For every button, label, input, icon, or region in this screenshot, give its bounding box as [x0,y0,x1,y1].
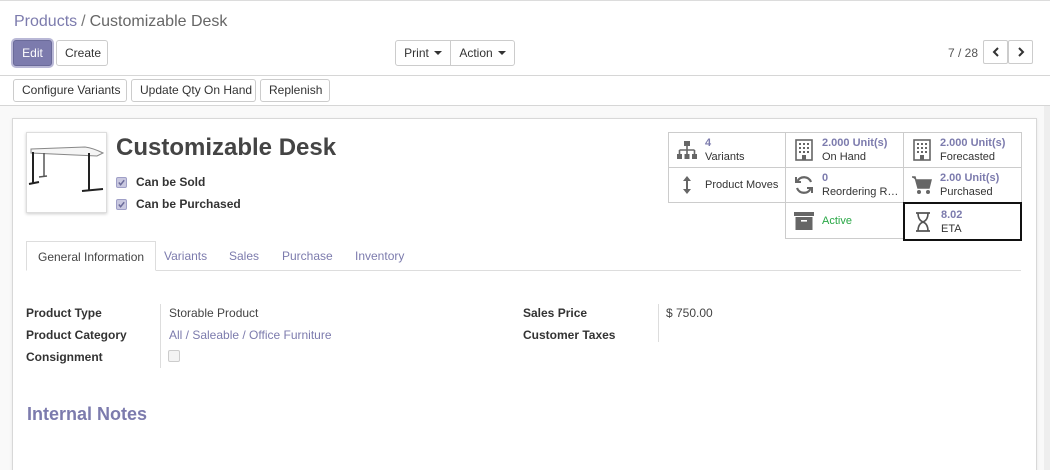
check-icon [118,179,125,186]
can-be-sold-label: Can be Sold [136,175,206,189]
update-qty-button[interactable]: Update Qty On Hand [131,79,256,102]
edit-button[interactable]: Edit [13,40,52,66]
arrows-v-icon [674,174,700,196]
on-hand-smart-button[interactable]: 2.000 Unit(s) On Hand [785,132,904,168]
reordering-count: 0 [822,172,829,184]
eta-label: ETA [941,222,962,235]
tab-inventory[interactable]: Inventory [355,241,404,271]
archive-icon [791,210,817,232]
on-hand-label: On Hand [822,151,867,163]
breadcrumb-products-link[interactable]: Products [14,13,77,30]
purchased-smart-button[interactable]: 2.00 Unit(s) Purchased [903,167,1022,203]
building-icon [909,139,935,161]
product-category-link[interactable]: All / Saleable / Office Furniture [169,328,332,342]
purchased-qty: 2.00 Unit(s) [940,172,1000,184]
can-be-sold-row: Can be Sold [116,175,205,189]
configure-variants-button[interactable]: Configure Variants [13,79,127,102]
tab-sales[interactable]: Sales [229,241,259,271]
tab-purchase[interactable]: Purchase [282,241,333,271]
variants-label: Variants [705,151,745,163]
sitemap-icon [674,139,700,161]
top-border [0,0,1050,1]
cart-icon [909,174,935,196]
product-moves-label: Product Moves [705,179,779,191]
building-icon [791,139,817,161]
can-be-purchased-label: Can be Purchased [136,197,241,211]
caret-down-icon [433,51,442,55]
product-image[interactable] [26,132,107,213]
breadcrumb-separator: / [81,13,86,30]
desk-image [28,146,105,192]
pager-previous-button[interactable] [983,40,1008,64]
can-be-sold-checkbox[interactable] [116,176,127,188]
product-category-label: Product Category [26,328,127,342]
product-type-label: Product Type [26,306,102,320]
caret-down-icon [497,51,506,55]
customer-taxes-label: Customer Taxes [523,328,616,342]
forecasted-smart-button[interactable]: 2.000 Unit(s) Forecasted [903,132,1022,168]
pager-next-button[interactable] [1008,40,1033,64]
variants-smart-button[interactable]: 4 Variants [668,132,786,168]
print-dropdown[interactable]: Print [395,40,451,66]
pager-value[interactable]: 7 / 28 [948,46,978,60]
forecasted-qty: 2.000 Unit(s) [940,137,1006,149]
forecasted-label: Forecasted [940,151,996,163]
breadcrumb: Products / Customizable Desk [14,13,227,31]
field-divider [658,304,659,342]
can-be-purchased-checkbox[interactable] [116,198,127,210]
purchased-label: Purchased [940,186,993,198]
chevron-left-icon [992,47,999,57]
create-button[interactable]: Create [56,40,108,66]
sales-price-label: Sales Price [523,306,588,320]
reordering-smart-button[interactable]: 0 Reordering R… [785,167,904,203]
on-hand-qty: 2.000 Unit(s) [822,137,888,149]
tab-variants[interactable]: Variants [164,241,207,271]
eta-smart-button[interactable]: 8.02 ETA [903,202,1022,241]
hourglass-icon [910,211,936,233]
chevron-right-icon [1017,47,1024,57]
refresh-icon [791,174,817,196]
tab-general-information[interactable]: General Information [26,241,157,271]
print-label: Print [404,46,429,60]
active-label: Active [822,214,852,227]
check-icon [118,201,125,208]
can-be-purchased-row: Can be Purchased [116,197,241,211]
product-moves-smart-button[interactable]: Product Moves [668,167,786,203]
eta-value: 8.02 [941,208,963,221]
consignment-label: Consignment [26,350,103,364]
reordering-label: Reordering R… [822,186,899,198]
breadcrumb-current: Customizable Desk [89,13,228,30]
action-label: Action [459,46,493,60]
product-name[interactable]: Customizable Desk [116,134,336,162]
action-dropdown[interactable]: Action [450,40,515,66]
field-divider [160,304,161,368]
product-type-value[interactable]: Storable Product [169,306,258,320]
scrollbar[interactable] [1044,106,1050,470]
variants-count: 4 [705,137,712,149]
internal-notes-title: Internal Notes [27,404,148,424]
replenish-button[interactable]: Replenish [260,79,330,102]
sales-price-value[interactable]: $ 750.00 [666,306,713,320]
active-toggle-button[interactable]: Active [785,202,904,239]
consignment-checkbox[interactable] [168,350,180,362]
